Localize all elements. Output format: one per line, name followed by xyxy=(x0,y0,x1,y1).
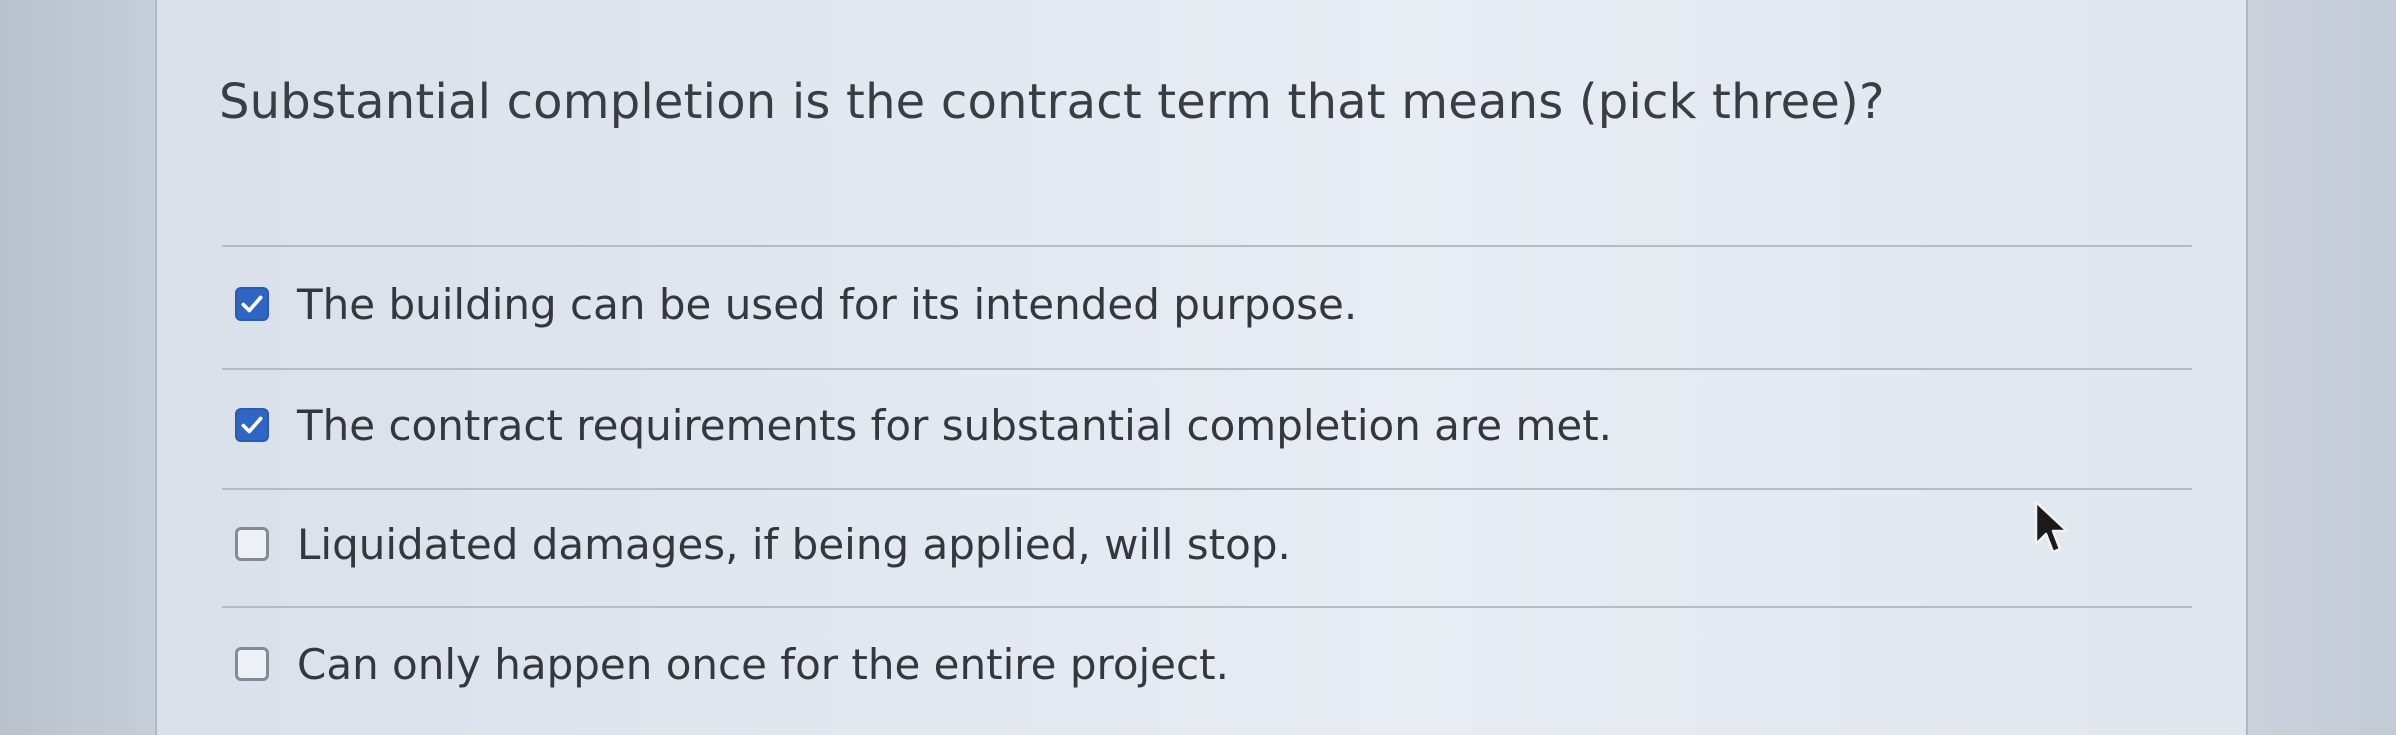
mouse-pointer-icon xyxy=(2034,500,2069,554)
option-label: The contract requirements for substantia… xyxy=(297,400,1613,450)
question-panel: Substantial completion is the contract t… xyxy=(155,0,2248,735)
option-4[interactable]: Can only happen once for the entire proj… xyxy=(235,634,1229,694)
option-1[interactable]: The building can be used for its intende… xyxy=(235,274,1357,334)
checkbox-unchecked[interactable] xyxy=(235,527,269,561)
option-label: Can only happen once for the entire proj… xyxy=(297,639,1229,689)
option-label: The building can be used for its intende… xyxy=(297,279,1358,329)
screen: Substantial completion is the contract t… xyxy=(0,0,2396,735)
checkmark-icon xyxy=(241,416,263,434)
question-text: Substantial completion is the contract t… xyxy=(219,74,1885,130)
checkbox-checked[interactable] xyxy=(235,408,269,442)
checkbox-unchecked[interactable] xyxy=(235,647,269,681)
divider xyxy=(222,488,2192,490)
divider xyxy=(222,245,2192,247)
checkmark-icon xyxy=(241,295,263,313)
divider xyxy=(222,606,2192,608)
divider xyxy=(222,368,2192,370)
option-2[interactable]: The contract requirements for substantia… xyxy=(235,395,1612,455)
option-label: Liquidated damages, if being applied, wi… xyxy=(297,519,1291,569)
option-3[interactable]: Liquidated damages, if being applied, wi… xyxy=(235,514,1291,574)
checkbox-checked[interactable] xyxy=(235,287,269,321)
